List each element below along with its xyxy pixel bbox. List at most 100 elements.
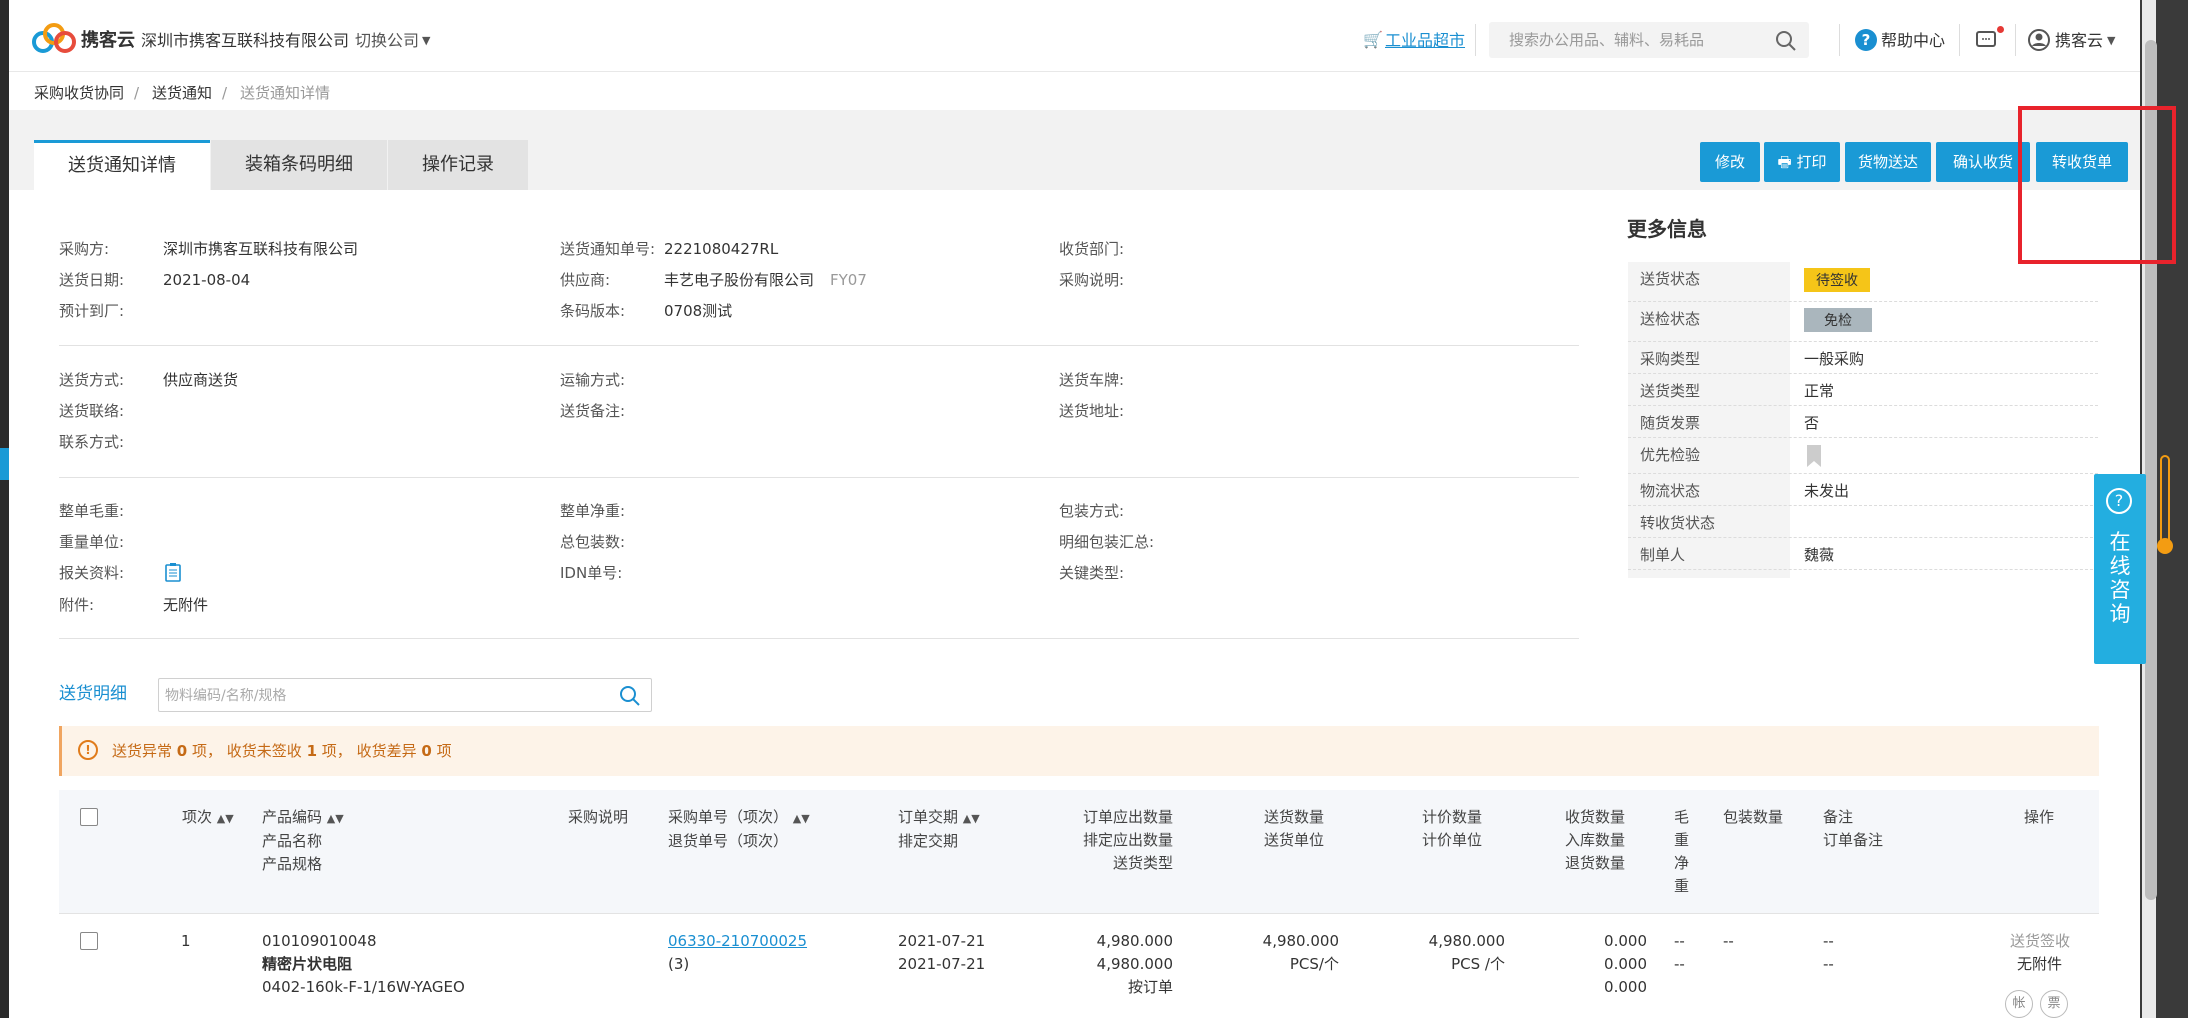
alert-text: 送货异常 0 项， 收货未签收 1 项， 收货差异 0 项 xyxy=(112,742,452,760)
left-rail xyxy=(0,0,9,1018)
row-remark: -- xyxy=(1823,932,1834,950)
row-plan-date: 2021-07-21 xyxy=(898,955,986,973)
global-search-input[interactable]: 搜索办公用品、辅料、易耗品 xyxy=(1489,22,1809,58)
question-icon: ? xyxy=(2106,488,2132,514)
delivery-detail-title: 送货明细 xyxy=(59,684,127,704)
ship-method-value: 供应商送货 xyxy=(163,371,239,389)
sort-icon[interactable]: ▲▼ xyxy=(327,812,344,825)
market-link[interactable]: 工业品超市 xyxy=(1385,32,1465,50)
alert-mid2: 项， 收货差异 xyxy=(321,742,417,760)
breadcrumb-item-1[interactable]: 采购收货协同 xyxy=(34,84,124,102)
tab-notice-detail[interactable]: 送货通知详情 xyxy=(34,140,210,190)
cart-icon[interactable]: 🛒 xyxy=(1363,31,1383,49)
row-po-seq: (3) xyxy=(668,955,690,973)
chevron-down-icon[interactable]: ▼ xyxy=(422,32,430,50)
highlight-box xyxy=(2018,106,2176,264)
row-net-weight: -- xyxy=(1674,955,1685,973)
header-pack-qty: 包装数量 xyxy=(1723,808,1784,826)
header-ship-qty-2: 送货单位 xyxy=(1264,831,1325,849)
sort-icon[interactable]: ▲▼ xyxy=(793,812,810,825)
user-avatar-icon[interactable] xyxy=(2027,28,2051,52)
header-return-no: 退货单号（项次） xyxy=(668,832,789,850)
detail-search-placeholder: 物料编码/名称/规格 xyxy=(165,688,287,704)
header-po-no: 采购单号（项次） xyxy=(668,808,789,826)
buyer-value: 深圳市携客互联科技有限公司 xyxy=(163,240,359,258)
row-seq: 1 xyxy=(181,932,191,950)
row-order-qty: 4,980.000 xyxy=(1096,932,1173,950)
creator-value: 魏薇 xyxy=(1804,546,1835,564)
dept-label: 收货部门: xyxy=(1059,240,1125,258)
header-recv-qty-2: 入库数量 xyxy=(1565,831,1626,849)
ship-method-label: 送货方式: xyxy=(59,371,125,389)
total-pack-label: 总包装数: xyxy=(560,533,626,551)
barcode-version-value: 0708测试 xyxy=(664,302,733,320)
purchase-type-value: 一般采购 xyxy=(1804,350,1865,368)
header-ship-qty-1: 送货数量 xyxy=(1264,808,1325,826)
header-price-qty: 计价数量 计价单位 xyxy=(1422,806,1482,852)
header-po[interactable]: 采购单号（项次） ▲▼ 退货单号（项次） xyxy=(668,806,810,853)
more-row-priority-inspection: 优先检验 xyxy=(1628,438,2098,474)
divider xyxy=(1475,24,1476,56)
row-checkbox[interactable] xyxy=(80,932,98,950)
chevron-down-icon[interactable]: ▼ xyxy=(2107,32,2115,50)
row-po-link[interactable]: 06330-210700025 xyxy=(668,930,807,953)
row-price-unit: PCS /个 xyxy=(1451,955,1505,973)
alert-prefix: 送货异常 xyxy=(112,742,173,760)
breadcrumb-separator: / xyxy=(222,84,228,102)
search-icon[interactable] xyxy=(619,685,641,707)
message-icon[interactable] xyxy=(1975,30,1999,52)
bookmark-icon[interactable] xyxy=(1806,444,1822,468)
divider xyxy=(1959,24,1960,56)
logistics-label: 物流状态 xyxy=(1640,482,1701,500)
alert-mid1: 项， 收货未签收 xyxy=(192,742,302,760)
tab-barcode-detail[interactable]: 装箱条码明细 xyxy=(211,140,387,190)
row-invoice-button[interactable]: 票 xyxy=(2040,990,2068,1018)
help-icon[interactable]: ? xyxy=(1855,29,1877,51)
search-icon[interactable] xyxy=(1775,30,1797,52)
ship-status-label: 送货状态 xyxy=(1640,270,1701,288)
sort-icon[interactable]: ▲▼ xyxy=(963,812,980,825)
header-product-code: 产品编码 xyxy=(262,808,323,826)
row-sign-button[interactable]: 送货签收 xyxy=(2010,930,2070,953)
goods-delivered-button[interactable]: 货物送达 xyxy=(1845,142,1931,182)
top-bar: 携客云 深圳市携客互联科技有限公司 切换公司 ▼ 🛒 工业品超市 搜索办公用品、… xyxy=(9,8,2140,72)
buyer-label: 采购方: xyxy=(59,240,110,258)
document-icon[interactable] xyxy=(164,562,182,582)
sort-icon[interactable]: ▲▼ xyxy=(217,812,234,825)
pack-method-label: 包装方式: xyxy=(1059,502,1125,520)
inspection-status-value: 免检 xyxy=(1804,308,1872,332)
barcode-version-label: 条码版本: xyxy=(560,302,626,320)
print-button[interactable]: 🖶 打印 xyxy=(1764,142,1840,182)
header-seq[interactable]: 项次 ▲▼ xyxy=(182,806,234,830)
row-account-button[interactable]: 帐 xyxy=(2005,990,2033,1018)
breadcrumb-item-3: 送货通知详情 xyxy=(240,84,331,102)
help-center-link[interactable]: 帮助中心 xyxy=(1881,32,1945,50)
priority-inspection-label: 优先检验 xyxy=(1640,446,1701,464)
row-gross-weight: -- xyxy=(1674,932,1685,950)
more-row-purchase-type: 采购类型 一般采购 xyxy=(1628,342,2098,374)
select-all-checkbox[interactable] xyxy=(80,808,98,826)
tab-operation-log[interactable]: 操作记录 xyxy=(388,140,528,190)
alert-count-diff: 0 xyxy=(421,742,432,760)
confirm-receipt-button[interactable]: 确认收货 xyxy=(1936,142,2030,182)
divider xyxy=(59,345,1579,346)
header-product[interactable]: 产品编码 ▲▼ 产品名称 产品规格 xyxy=(262,806,344,876)
notice-no-label: 送货通知单号: xyxy=(560,240,656,258)
user-menu[interactable]: 携客云 xyxy=(2055,32,2103,50)
edit-button[interactable]: 修改 xyxy=(1700,142,1760,182)
more-row-logistics: 物流状态 未发出 xyxy=(1628,474,2098,506)
header-dates[interactable]: 订单交期 ▲▼ 排定交期 xyxy=(898,806,980,853)
header-purchase-note: 采购说明 xyxy=(568,808,629,826)
search-placeholder: 搜索办公用品、辅料、易耗品 xyxy=(1509,31,1705,49)
online-consult-button[interactable]: ? 在线咨询 xyxy=(2094,474,2146,664)
alert-count-unsigned: 1 xyxy=(306,742,318,760)
header-ship-qty: 送货数量 送货单位 xyxy=(1264,806,1324,852)
side-tool-indicator xyxy=(2160,455,2170,550)
switch-company-button[interactable]: 切换公司 xyxy=(355,32,419,50)
row-product-code: 010109010048 xyxy=(262,932,377,950)
breadcrumb-item-2[interactable]: 送货通知 xyxy=(152,84,212,102)
row-price-qty: 4,980.000 xyxy=(1428,932,1505,950)
header-weight-3: 净 xyxy=(1674,854,1690,872)
detail-search-input[interactable]: 物料编码/名称/规格 xyxy=(158,678,652,712)
table-row: 1 010109010048 精密片状电阻 0402-160k-F-1/16W-… xyxy=(59,914,2099,1018)
